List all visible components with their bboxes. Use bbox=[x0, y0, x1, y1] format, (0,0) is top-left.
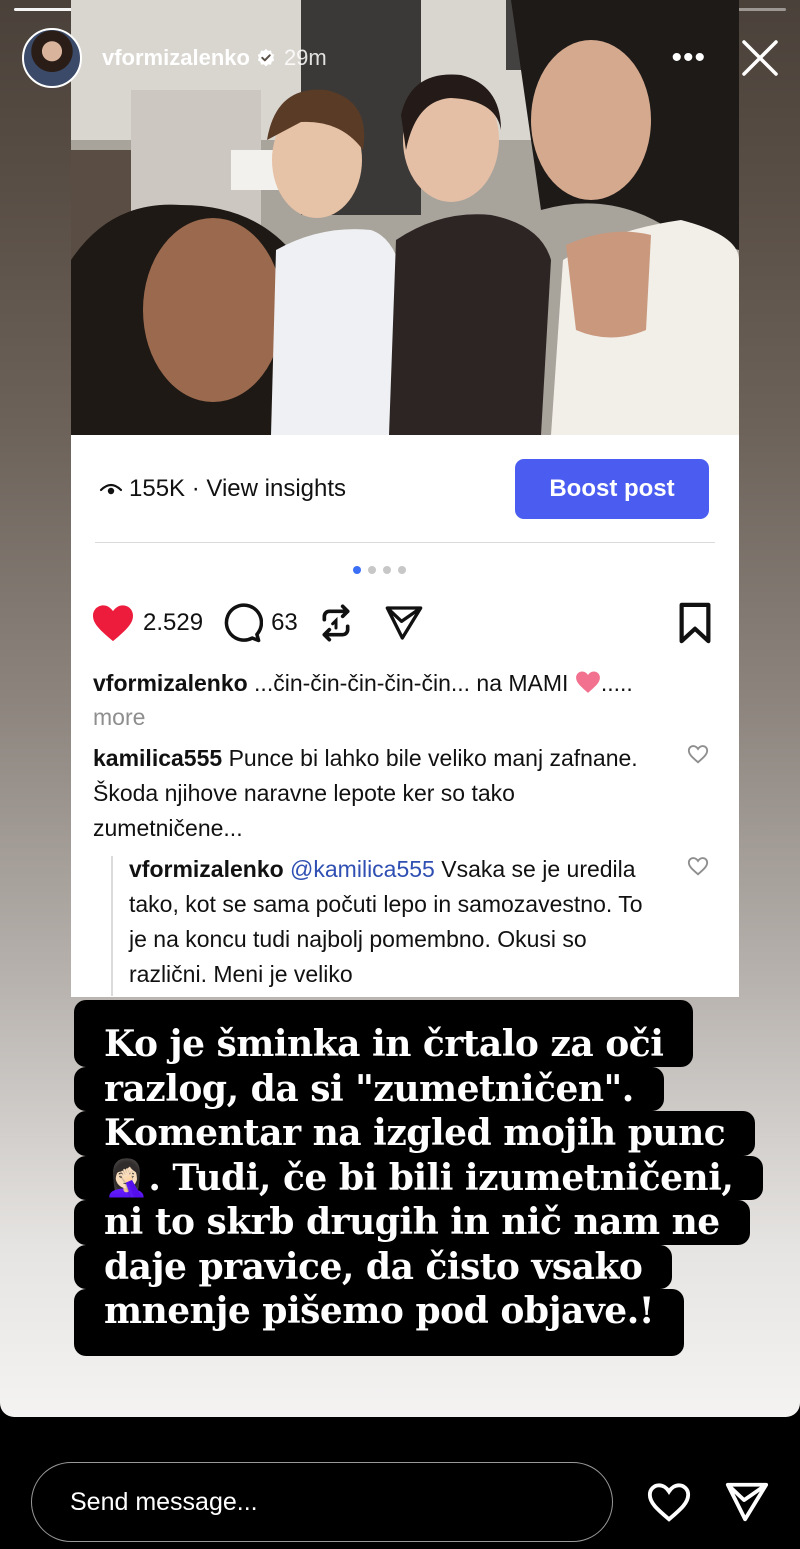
post-actions: 2.529 63 bbox=[91, 598, 713, 648]
pink-heart-icon bbox=[575, 671, 600, 693]
send-message-input[interactable]: Send message... bbox=[31, 1462, 613, 1542]
comments-count: 63 bbox=[271, 609, 298, 636]
caption-username[interactable]: vformizalenko bbox=[93, 670, 248, 696]
carousel-dot bbox=[367, 566, 376, 574]
overlay-text-line: Komentar na izgled mojih punc bbox=[74, 1111, 756, 1156]
caption-ellipsis: ..... bbox=[600, 670, 633, 696]
post-caption[interactable]: vformizalenko ...čin-čin-čin-čin-čin... … bbox=[93, 666, 717, 734]
shared-post-card[interactable]: 155K · View insights Boost post 2.529 63… bbox=[71, 0, 739, 997]
bookmark-icon[interactable] bbox=[677, 602, 713, 644]
caption-text: ...čin-čin-čin-čin-čin... na MAMI bbox=[254, 670, 569, 696]
carousel-dot bbox=[397, 566, 406, 574]
insights-row: 155K · View insights Boost post bbox=[99, 459, 709, 519]
reply-thread-line bbox=[111, 856, 113, 996]
story-view[interactable]: 155K · View insights Boost post 2.529 63… bbox=[0, 0, 800, 1417]
views-insights-link[interactable]: 155K · View insights bbox=[129, 475, 346, 503]
share-action[interactable] bbox=[382, 603, 434, 643]
more-options-icon[interactable]: ••• bbox=[671, 43, 706, 73]
reply-mention[interactable]: @kamilica555 bbox=[290, 856, 435, 882]
comment[interactable]: kamilica555 Punce bi lahko bile veliko m… bbox=[93, 741, 649, 846]
carousel-dot-active bbox=[352, 566, 361, 574]
overlay-text-line: daje pravice, da čisto vsako bbox=[74, 1244, 673, 1289]
overlay-text-line: 🤦🏻‍♀️. Tudi, če bi bili izumetničeni, bbox=[74, 1155, 764, 1200]
overlay-text-line: mnenje pišemo pod objave.! bbox=[74, 1289, 685, 1356]
overlay-text-line: Ko je šminka in črtalo za oči bbox=[74, 1000, 694, 1067]
story-text-overlay: Ko je šminka in črtalo za oči razlog, da… bbox=[74, 1000, 764, 1356]
story-header: vformizalenko 29m ••• bbox=[22, 26, 780, 90]
eye-icon bbox=[99, 483, 123, 495]
carousel-dots bbox=[71, 566, 739, 574]
likes-count: 2.529 bbox=[143, 609, 204, 636]
carousel-dot bbox=[382, 566, 391, 574]
comment-action[interactable]: 63 bbox=[221, 602, 298, 644]
divider bbox=[95, 542, 715, 543]
overlay-text-line: razlog, da si "zumetničen". bbox=[74, 1066, 664, 1111]
send-icon[interactable] bbox=[724, 1479, 770, 1525]
close-icon[interactable] bbox=[740, 38, 780, 78]
reply-like-icon[interactable] bbox=[687, 855, 709, 877]
heart-icon[interactable] bbox=[646, 1479, 692, 1525]
comment-icon bbox=[224, 603, 264, 643]
story-username[interactable]: vformizalenko bbox=[102, 45, 250, 71]
overlay-text-line: ni to skrb drugih in nič nam ne bbox=[74, 1200, 750, 1245]
comment-username[interactable]: kamilica555 bbox=[93, 745, 222, 771]
verified-badge-icon bbox=[257, 48, 275, 67]
message-bar: Send message... bbox=[0, 1417, 800, 1549]
reply-username[interactable]: vformizalenko bbox=[129, 856, 284, 882]
comment-like-icon[interactable] bbox=[687, 743, 709, 765]
avatar[interactable] bbox=[22, 28, 82, 88]
heart-filled-icon bbox=[93, 605, 133, 642]
send-icon bbox=[385, 606, 423, 640]
boost-post-button[interactable]: Boost post bbox=[515, 459, 709, 519]
repost-action[interactable] bbox=[316, 603, 364, 643]
reply-comment[interactable]: vformizalenko @kamilica555 Vsaka se je u… bbox=[129, 852, 649, 992]
story-time: 29m bbox=[283, 45, 327, 70]
caption-more-link[interactable]: more bbox=[93, 704, 145, 730]
repost-icon bbox=[322, 604, 350, 642]
like-action[interactable]: 2.529 bbox=[91, 603, 203, 643]
